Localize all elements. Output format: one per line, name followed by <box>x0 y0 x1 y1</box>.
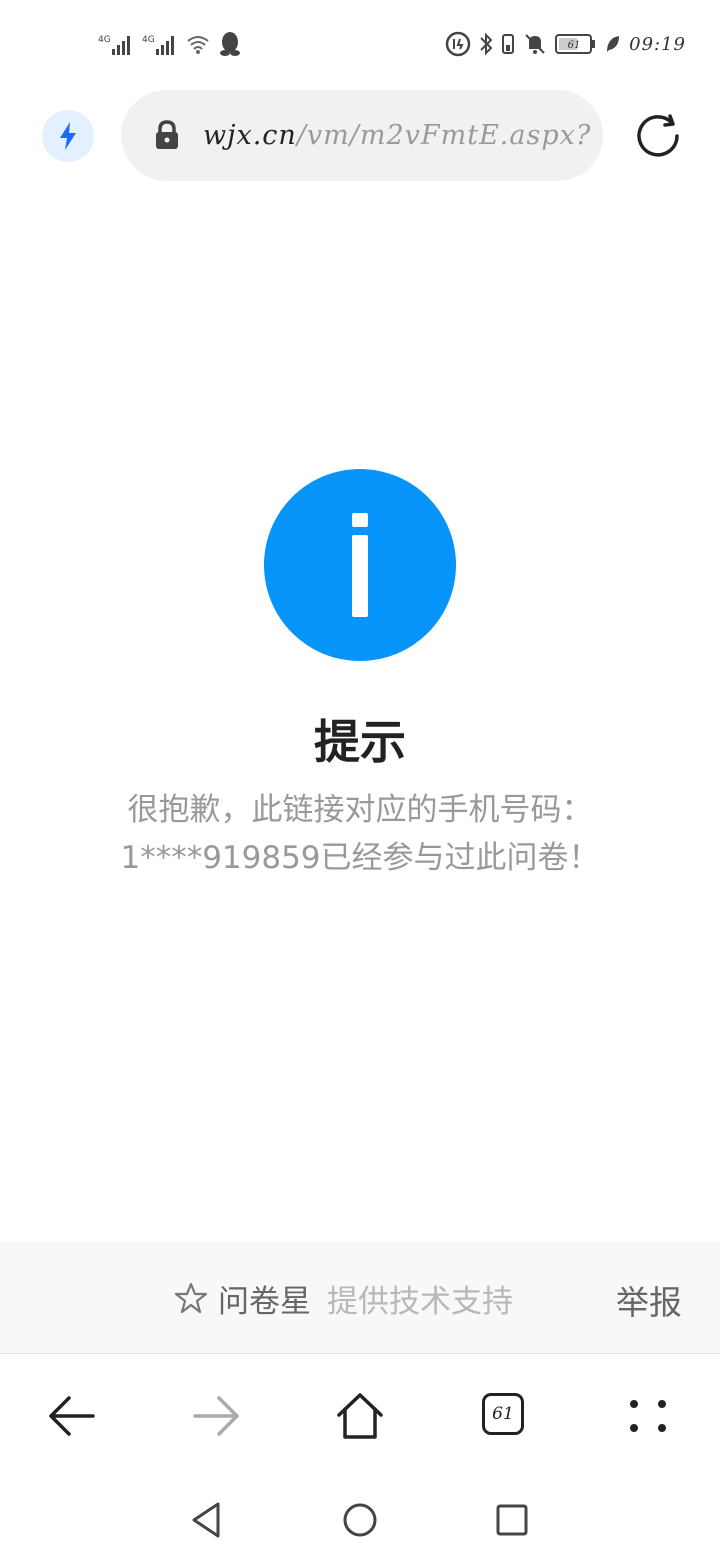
url-text: wjx.cn/vm/m2vFmtE.aspx? <box>203 116 593 156</box>
qq-penguin-icon <box>220 32 240 56</box>
reload-icon <box>637 114 679 157</box>
support-text: 提供技术支持 <box>327 1283 513 1320</box>
page-title: 提示 <box>314 715 406 769</box>
svg-text:4G: 4G <box>98 35 111 45</box>
address-bar[interactable]: wjx.cn/vm/m2vFmtE.aspx? <box>121 90 603 181</box>
system-nav-bar <box>0 1478 720 1560</box>
wifi-icon <box>187 36 209 54</box>
home-button[interactable] <box>335 1391 385 1441</box>
back-button[interactable] <box>47 1391 97 1441</box>
url-path: /vm/m2vFmtE.aspx? <box>296 120 592 151</box>
home-icon <box>337 1393 383 1439</box>
arrow-left-icon <box>49 1396 95 1436</box>
signal-4g-icon: 4G <box>142 35 174 55</box>
arrow-right-icon <box>193 1396 239 1436</box>
tabs-button[interactable]: 61 <box>482 1393 524 1435</box>
status-right-icons: 61 09:19 <box>445 30 686 58</box>
status-time: 09:19 <box>629 33 686 55</box>
footer: 问卷星 提供技术支持 举报 <box>0 1242 720 1354</box>
status-left-icons: 4G 4G <box>98 30 242 58</box>
forward-button[interactable] <box>191 1391 241 1441</box>
data-saver-icon <box>445 31 471 57</box>
reload-button[interactable] <box>632 110 684 162</box>
brand-name: 问卷星 <box>218 1283 311 1320</box>
vibrate-icon <box>502 34 515 54</box>
svg-text:4G: 4G <box>142 35 155 45</box>
signal-4g-icon: 4G <box>98 35 130 55</box>
report-link[interactable]: 举报 <box>616 1282 682 1324</box>
system-recents-icon[interactable] <box>492 1500 532 1540</box>
lightning-icon <box>60 122 76 150</box>
menu-dots-icon <box>630 1400 666 1432</box>
mute-bell-icon <box>525 34 545 54</box>
prompt-message: 很抱歉，此链接对应的手机号码：1****919859已经参与过此问卷！ <box>120 792 600 876</box>
info-icon <box>264 469 456 661</box>
brand-link[interactable]: 问卷星 提供技术支持 <box>174 1278 513 1320</box>
menu-button[interactable] <box>623 1391 673 1441</box>
speed-mode-button[interactable] <box>42 110 94 162</box>
star-icon <box>174 1282 208 1314</box>
system-back-icon[interactable] <box>186 1500 226 1540</box>
lock-icon <box>156 120 178 149</box>
svg-text:61: 61 <box>568 40 581 51</box>
bluetooth-icon <box>480 32 493 56</box>
status-bar: 4G 4G 61 09:19 <box>0 0 720 80</box>
url-domain: wjx.cn <box>203 120 297 151</box>
leaf-eco-icon <box>607 36 620 52</box>
system-home-icon[interactable] <box>340 1500 380 1540</box>
browser-toolbar: 61 <box>0 1354 720 1478</box>
battery-icon: 61 <box>555 34 596 54</box>
